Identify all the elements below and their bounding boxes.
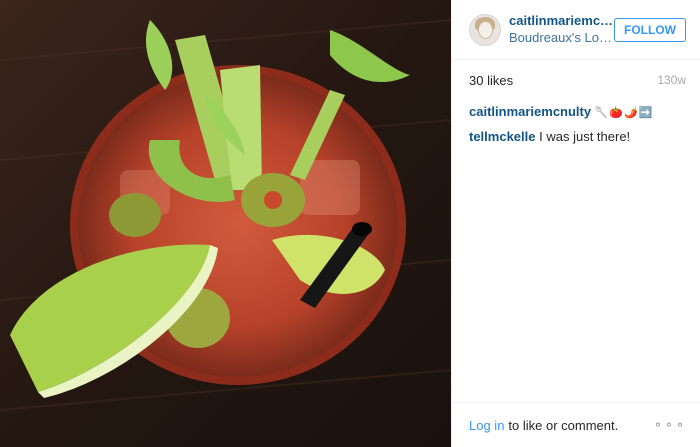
post-footer: Log in to like or comment. ⚬⚬⚬: [452, 402, 700, 447]
comments-list: caitlinmariemcnulty 🥄🍅🌶️➡️ tellmckelle I…: [452, 100, 700, 146]
comment-username[interactable]: tellmckelle: [469, 129, 536, 144]
comment: caitlinmariemcnulty 🥄🍅🌶️➡️: [469, 102, 686, 123]
avatar[interactable]: [469, 13, 501, 46]
username-link[interactable]: caitlinmariemcnulty: [509, 13, 614, 29]
follow-button[interactable]: FOLLOW: [614, 17, 686, 42]
comment-text: 🥄🍅🌶️➡️: [594, 107, 654, 119]
user-block: caitlinmariemcnulty Boudreaux's Louisi..…: [509, 13, 614, 46]
login-link[interactable]: Log in: [469, 418, 504, 433]
post-sidebar: caitlinmariemcnulty Boudreaux's Louisi..…: [451, 0, 700, 447]
bloody-mary-image: [0, 0, 451, 447]
comment-username[interactable]: caitlinmariemcnulty: [469, 104, 591, 119]
comment: tellmckelle I was just there!: [469, 127, 686, 146]
more-options-icon[interactable]: ⚬⚬⚬: [653, 418, 686, 432]
post-photo[interactable]: [0, 0, 451, 447]
location-link[interactable]: Boudreaux's Louisi...: [509, 29, 614, 46]
comment-text: I was just there!: [539, 129, 631, 144]
footer-text: to like or comment.: [508, 417, 619, 433]
post-age[interactable]: 130w: [657, 73, 686, 87]
post-header: caitlinmariemcnulty Boudreaux's Louisi..…: [452, 0, 700, 60]
post-meta: 30 likes 130w: [452, 60, 700, 100]
likes-count[interactable]: 30 likes: [469, 73, 513, 88]
avatar-face: [478, 20, 493, 39]
